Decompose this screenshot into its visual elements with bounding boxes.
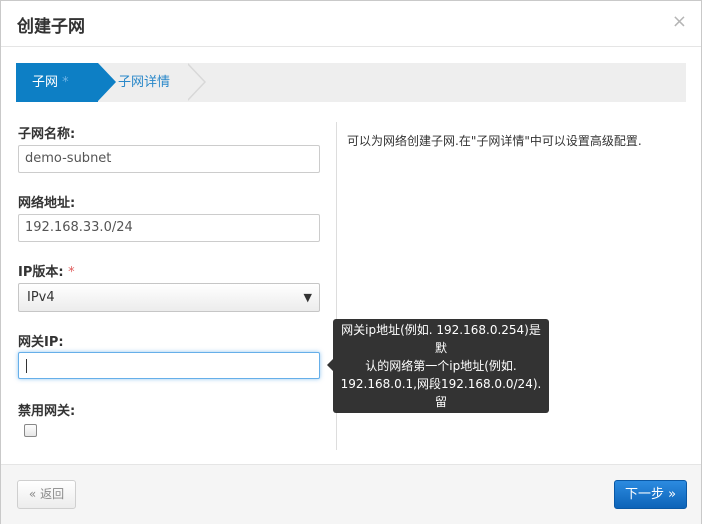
ip-version-selected: IPv4 — [27, 290, 55, 305]
dialog-title: 创建子网 — [17, 17, 85, 37]
text-cursor — [26, 358, 27, 373]
ip-version-label-text: IP版本: — [18, 265, 64, 280]
caret-down-icon: ▼ — [303, 291, 312, 304]
wizard-steps: 子网 * 子网详情 — [16, 63, 686, 102]
dialog-header: 创建子网 × — [1, 1, 701, 47]
disable-gateway-label: 禁用网关: — [18, 404, 76, 419]
gateway-ip-label: 网关IP: — [18, 335, 64, 350]
network-address-label: 网络地址: — [18, 196, 76, 211]
tooltip-line: 认的网络第一个ip地址(例如. — [365, 359, 517, 373]
tab-subnet-details[interactable]: 子网详情 — [116, 63, 208, 102]
next-button[interactable]: 下一步 » — [614, 480, 687, 509]
tooltip-line: 网关ip地址(例如. 192.168.0.254)是默 — [341, 323, 541, 355]
tooltip-line: 192.168.0.1,网段192.168.0.0/24).留 — [340, 377, 542, 409]
tooltip-line: 空使用默认值,如果不使用网关,选中'禁 — [339, 413, 543, 427]
close-icon[interactable]: × — [672, 11, 687, 32]
tab-subnet-label: 子网 — [32, 75, 59, 90]
subnet-name-label: 子网名称: — [18, 127, 76, 142]
step-arrow-icon — [98, 63, 116, 101]
network-address-input[interactable]: 192.168.33.0/24 — [18, 214, 320, 242]
required-mark: * — [62, 75, 69, 90]
tooltip-line: 用网关'. — [419, 431, 463, 445]
tab-subnet[interactable]: 子网 * — [16, 63, 98, 102]
tab-subnet-details-label: 子网详情 — [118, 75, 171, 90]
ip-version-select[interactable]: IPv4 ▼ — [18, 283, 320, 312]
disable-gateway-checkbox[interactable] — [24, 424, 37, 437]
dialog-footer — [1, 464, 701, 524]
required-mark: * — [68, 265, 75, 280]
ip-version-label: IP版本: * — [18, 261, 75, 280]
back-button[interactable]: « 返回 — [17, 480, 76, 509]
help-text: 可以为网络创建子网.在"子网详情"中可以设置高级配置. — [347, 134, 642, 148]
create-subnet-dialog: 创建子网 × 子网 * 子网详情 子网名称: demo-subnet 网络地址:… — [0, 0, 702, 524]
gateway-ip-input[interactable] — [18, 352, 320, 379]
gateway-tooltip: 网关ip地址(例如. 192.168.0.254)是默 认的网络第一个ip地址(… — [333, 319, 549, 445]
subnet-name-input[interactable]: demo-subnet — [18, 145, 320, 173]
